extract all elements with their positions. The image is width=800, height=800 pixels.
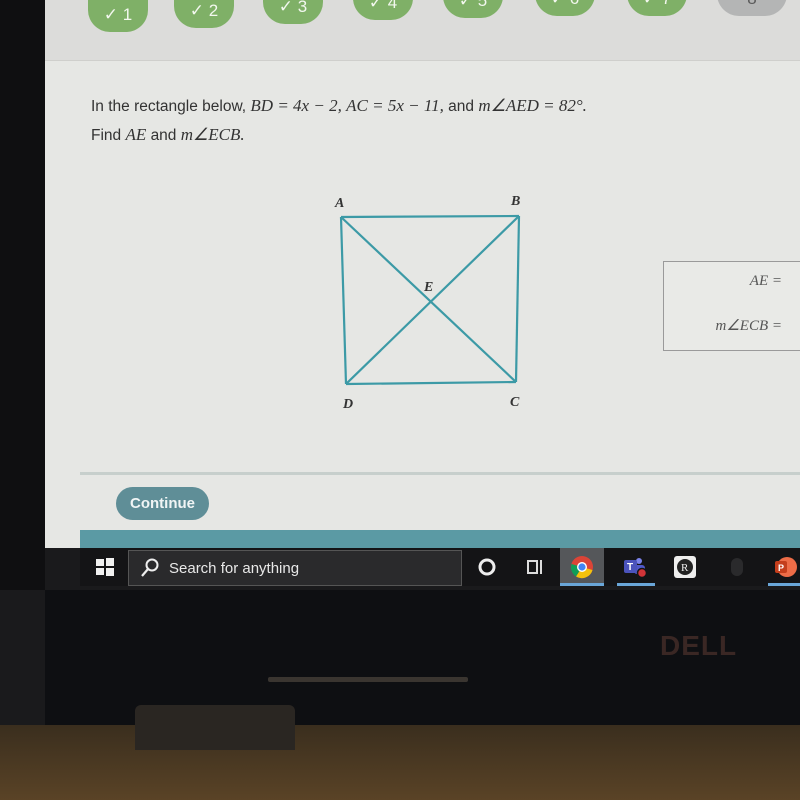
rectangle-diagram: A B C D E: [334, 194, 521, 412]
side-bc: [514, 215, 521, 383]
windows-start-icon[interactable]: [95, 557, 115, 577]
check-icon: ✓: [458, 0, 474, 10]
vertex-e: E: [423, 280, 433, 295]
laptop-hinge: [135, 705, 295, 750]
check-icon: ✓: [103, 5, 119, 24]
diagonal-ac: [340, 216, 517, 383]
taskbar-search[interactable]: Search for anything: [128, 550, 462, 586]
answer-panel: AE = m∠ECB =: [663, 261, 800, 351]
vertex-d: D: [342, 397, 353, 412]
chrome-icon[interactable]: [560, 548, 604, 586]
angle-aed: m∠AED = 82°.: [478, 96, 587, 115]
cortana-icon[interactable]: [470, 552, 504, 582]
check-icon: ✓: [189, 1, 205, 20]
diagonal-bd: [345, 215, 520, 385]
progress-step-5[interactable]: ✓ 5: [443, 0, 503, 18]
task-view-icon[interactable]: [518, 552, 552, 582]
progress-step-6[interactable]: ✓ 6: [535, 0, 595, 16]
progress-step-7[interactable]: ✓ 7: [627, 0, 687, 16]
teams-icon[interactable]: T: [615, 552, 655, 586]
side-da: [339, 216, 348, 385]
progress-step-8[interactable]: 8: [717, 0, 787, 16]
vertex-a: A: [334, 196, 344, 211]
ac-expression: AC = 5x − 11,: [346, 96, 444, 115]
r-app-icon[interactable]: R: [668, 552, 702, 582]
progress-bar: ✓ 1 ✓ 2 ✓ 3 ✓ 4 ✓ 5 ✓ 6 ✓ 7 8: [45, 0, 800, 61]
footer-bar: [80, 530, 800, 548]
mouse-app-icon[interactable]: [720, 552, 754, 582]
vertex-b: B: [510, 194, 520, 209]
svg-text:R: R: [681, 562, 689, 574]
search-placeholder: Search for anything: [169, 559, 300, 577]
divider: [80, 472, 800, 475]
progress-step-1[interactable]: ✓ 1: [88, 0, 148, 32]
side-ab: [340, 214, 520, 219]
progress-step-3[interactable]: ✓ 3: [263, 0, 323, 24]
ae-label: AE =: [749, 273, 782, 289]
powerpoint-icon[interactable]: P: [768, 552, 800, 586]
check-icon: ✓: [368, 0, 384, 12]
progress-step-2[interactable]: ✓ 2: [174, 0, 234, 28]
laptop-base: [0, 725, 800, 800]
bezel-slot: [268, 677, 468, 682]
screen: ✓ 1 ✓ 2 ✓ 3 ✓ 4 ✓ 5 ✓ 6 ✓ 7 8 In the rec…: [45, 0, 800, 548]
check-icon: ✓: [278, 0, 294, 16]
svg-text:P: P: [778, 563, 784, 573]
check-icon: ✓: [551, 0, 565, 9]
side-cd: [345, 380, 517, 386]
ecb-label: m∠ECB =: [715, 318, 782, 334]
windows-taskbar: Search for anything T R P: [80, 548, 800, 586]
check-icon: ✓: [643, 0, 657, 9]
search-icon: [141, 558, 159, 577]
continue-button[interactable]: Continue: [116, 487, 209, 520]
laptop-bezel-left: [0, 0, 45, 590]
vertex-c: C: [510, 395, 520, 410]
svg-text:T: T: [627, 562, 633, 573]
progress-step-4[interactable]: ✓ 4: [353, 0, 413, 20]
dell-logo: DELL: [660, 630, 738, 661]
question-text: In the rectangle below, BD = 4x − 2, AC …: [91, 96, 587, 144]
bd-expression: BD = 4x − 2,: [250, 96, 342, 115]
